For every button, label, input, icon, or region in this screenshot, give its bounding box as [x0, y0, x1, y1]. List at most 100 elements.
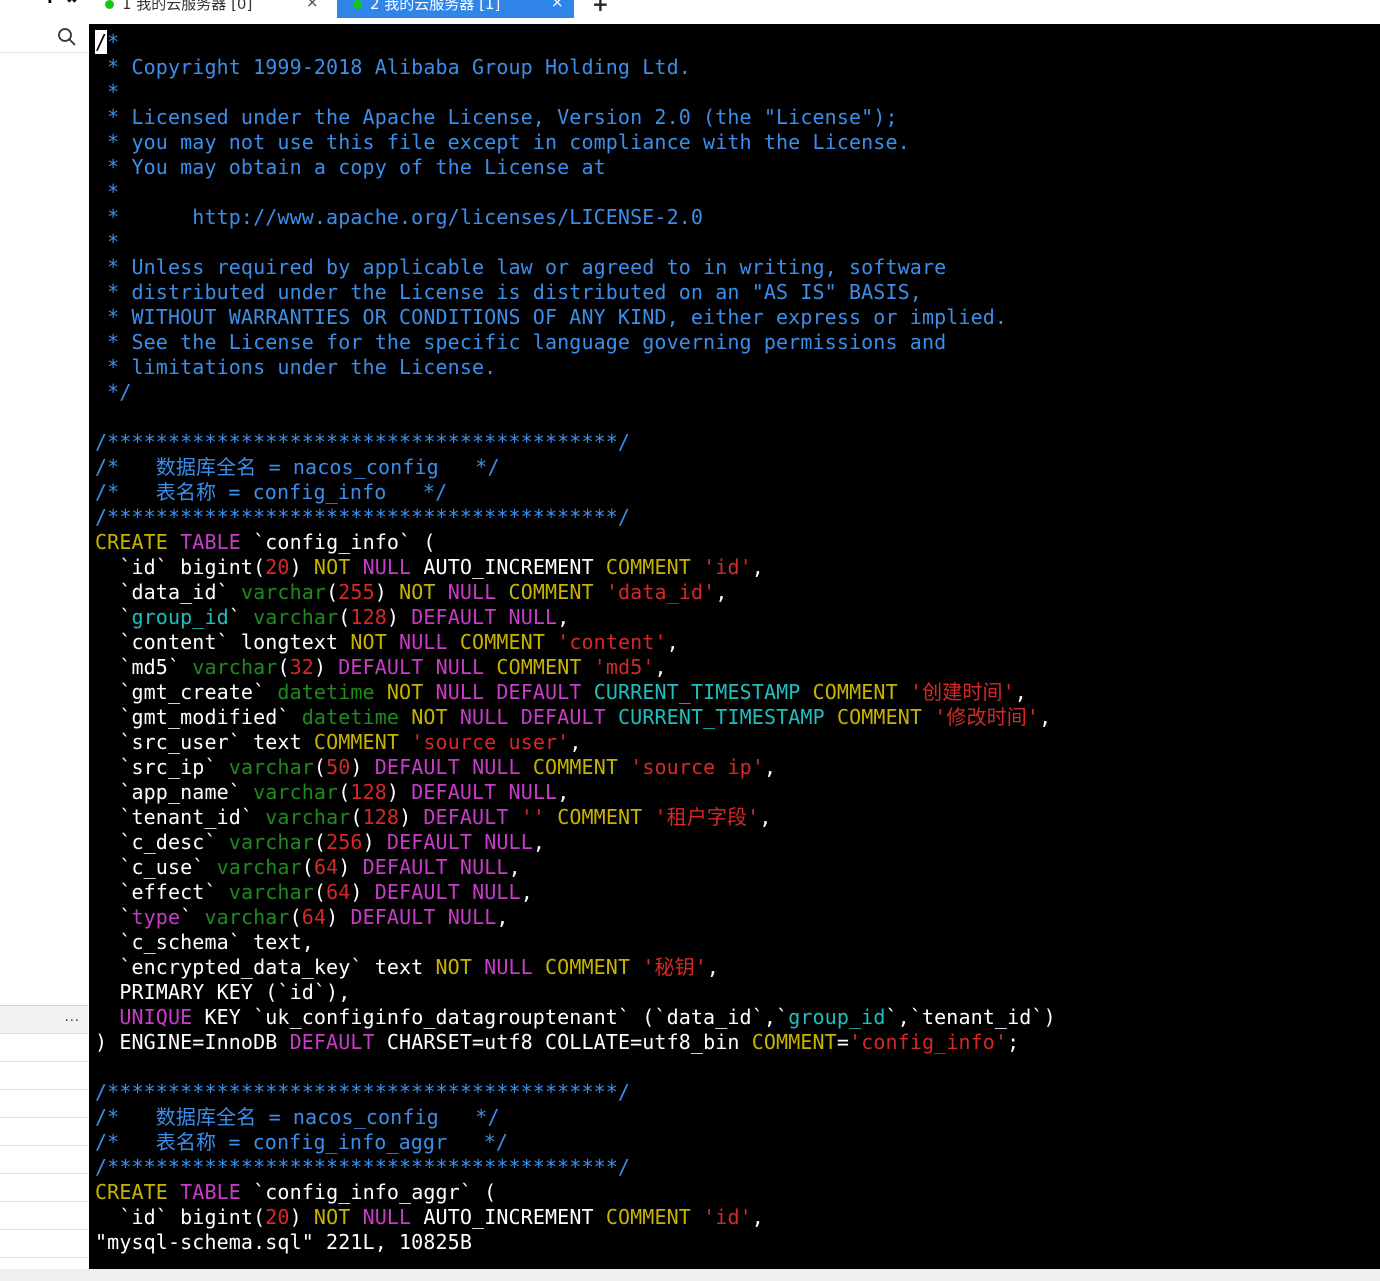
- code-token: NULL: [472, 880, 521, 904]
- list-item[interactable]: [0, 1034, 88, 1062]
- code-token: DEFAULT: [520, 705, 606, 729]
- code-token: */: [95, 380, 132, 404]
- code-token: NOT: [313, 1205, 351, 1229]
- list-item[interactable]: [0, 1230, 88, 1258]
- new-tab-button[interactable]: +: [592, 0, 609, 16]
- code-token: 32: [289, 655, 314, 679]
- code-line: /* 表名称 = config_info */: [95, 480, 1056, 505]
- code-token: `: [95, 605, 132, 629]
- list-item[interactable]: [0, 1174, 88, 1202]
- code-token: `: [228, 605, 254, 629]
- code-token: * WITHOUT WARRANTIES OR CONDITIONS OF AN…: [95, 305, 1008, 329]
- code-token: ): [350, 880, 375, 904]
- code-token: NOT: [350, 630, 387, 654]
- code-token: varchar: [204, 905, 290, 929]
- code-line: `c_schema` text,: [95, 930, 1056, 955]
- close-icon[interactable]: ✖: [66, 0, 78, 7]
- sidebar-search[interactable]: [0, 22, 88, 53]
- more-button[interactable]: ...: [65, 1010, 80, 1025]
- code-token: `: [95, 905, 132, 929]
- code-line: * limitations under the License.: [95, 355, 1056, 380]
- code-token: (: [350, 805, 363, 829]
- close-tab-icon[interactable]: ×: [551, 0, 564, 11]
- list-item[interactable]: ...: [0, 1005, 88, 1034]
- code-token: `tenant_id`: [95, 805, 266, 829]
- code-token: `config_info` (: [240, 530, 436, 554]
- code-line: * Copyright 1999-2018 Alibaba Group Hold…: [95, 55, 1056, 80]
- list-item[interactable]: [0, 1062, 88, 1090]
- code-token: varchar: [253, 605, 339, 629]
- code-token: /***************************************…: [95, 1155, 631, 1179]
- code-token: NOT: [399, 580, 436, 604]
- code-token: COMMENT: [496, 655, 582, 679]
- code-token: 'md5': [593, 655, 655, 679]
- code-token: 50: [326, 755, 351, 779]
- code-token: * limitations under the License.: [95, 355, 497, 379]
- code-token: varchar: [240, 580, 327, 604]
- code-token: NULL: [508, 605, 558, 629]
- code-token: ,: [751, 555, 764, 579]
- code-line: /***************************************…: [95, 1155, 1056, 1180]
- code-line: *: [95, 180, 1056, 205]
- code-token: ) ENGINE=InnoDB: [95, 1030, 290, 1054]
- code-token: 'content': [557, 630, 667, 654]
- code-token: NULL: [447, 905, 497, 929]
- code-line: * http://www.apache.org/licenses/LICENSE…: [95, 205, 1056, 230]
- code-token: 256: [326, 830, 363, 854]
- search-icon[interactable]: [57, 27, 77, 47]
- code-token: COMMENT: [545, 955, 631, 979]
- code-token: 255: [338, 580, 375, 604]
- code-line: `gmt_create` datetime NOT NULL DEFAULT C…: [95, 680, 1056, 705]
- editor-status-line: "mysql-schema.sql" 221L, 10825B: [95, 1230, 1056, 1255]
- code-token: NULL: [362, 555, 412, 579]
- code-token: datetime: [301, 705, 400, 729]
- code-line: `gmt_modified` datetime NOT NULL DEFAULT…: [95, 705, 1056, 730]
- code-token: * distributed under the License is distr…: [95, 280, 922, 304]
- list-item[interactable]: [0, 1118, 88, 1146]
- code-token: ,: [706, 955, 720, 979]
- close-tab-icon[interactable]: ×: [306, 0, 319, 11]
- list-item[interactable]: [0, 1090, 88, 1118]
- list-item[interactable]: [0, 1146, 88, 1174]
- code-line: `effect` varchar(64) DEFAULT NULL,: [95, 880, 1056, 905]
- code-token: ,: [508, 855, 521, 879]
- code-token: COMMENT: [532, 755, 619, 779]
- code-token: AUTO_INCREMENT: [411, 1205, 606, 1229]
- tab-session-0[interactable]: 1 我的云服务器 [0] ×: [89, 0, 329, 18]
- code-token: * You may obtain a copy of the License a…: [95, 155, 606, 179]
- tab-session-1[interactable]: 2 我的云服务器 [1] ×: [337, 0, 574, 18]
- code-token: ): [374, 580, 400, 604]
- code-token: `md5`: [95, 655, 193, 679]
- code-token: 'config_info': [849, 1030, 1008, 1054]
- code-token: `effect`: [95, 880, 229, 904]
- code-line: * you may not use this file except in co…: [95, 130, 1056, 155]
- terminal-view[interactable]: / * * Copyright 1999-2018 Alibaba Group H…: [89, 24, 1380, 1269]
- code-line: * WITHOUT WARRANTIES OR CONDITIONS OF AN…: [95, 305, 1056, 330]
- code-token: (: [301, 855, 314, 879]
- code-line: `content` longtext NOT NULL COMMENT 'con…: [95, 630, 1056, 655]
- code-token: 128: [350, 780, 387, 804]
- code-token: 128: [362, 805, 400, 829]
- code-token: /: [95, 30, 108, 54]
- code-token: COMMENT: [557, 805, 643, 829]
- bottom-border: [0, 1269, 1380, 1281]
- code-token: ): [386, 605, 412, 629]
- add-icon[interactable]: ✚: [44, 0, 56, 7]
- code-token: * See the License for the specific langu…: [95, 330, 947, 354]
- code-token: * Unless required by applicable law or a…: [95, 255, 947, 279]
- list-item[interactable]: [0, 1202, 88, 1230]
- code-line: * See the License for the specific langu…: [95, 330, 1056, 355]
- code-line: * You may obtain a copy of the License a…: [95, 155, 1056, 180]
